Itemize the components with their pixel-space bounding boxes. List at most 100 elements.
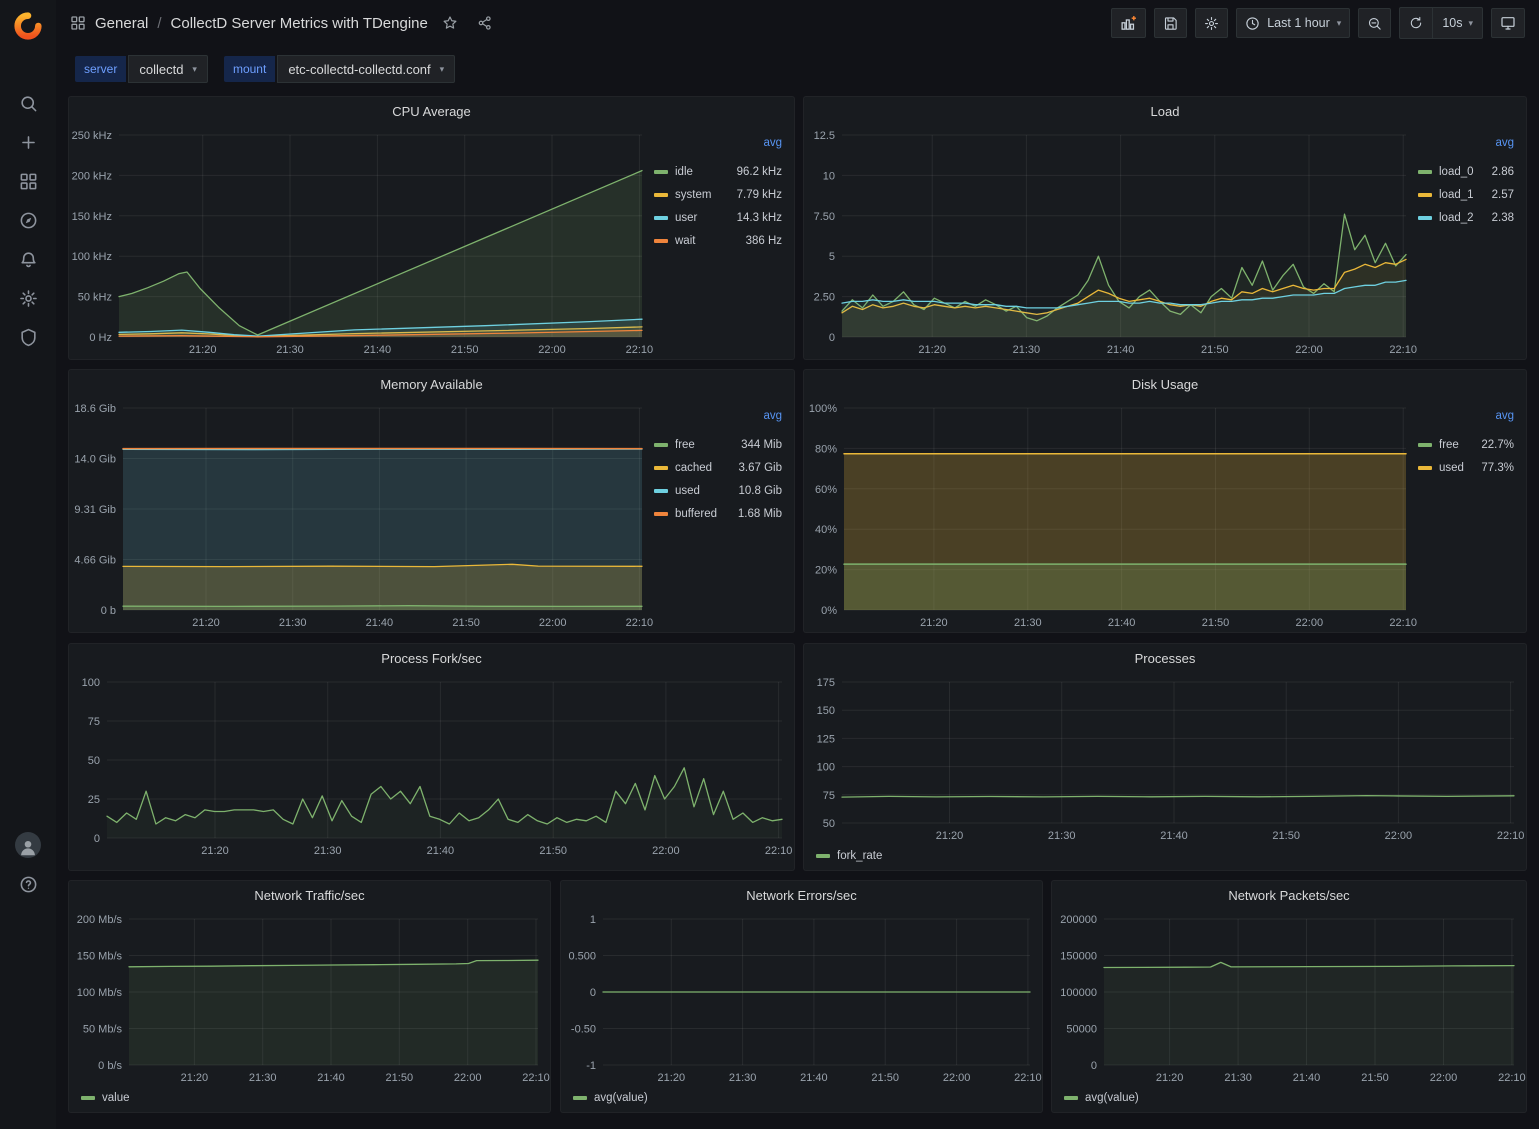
panel-title[interactable]: Memory Available <box>380 377 482 392</box>
share-icon[interactable] <box>472 10 498 36</box>
server-admin-shield-icon[interactable] <box>0 318 56 357</box>
panel-header[interactable]: Processes <box>804 644 1526 672</box>
refresh-button[interactable] <box>1400 8 1432 38</box>
variable-mount: mount etc-collectd-collectd.conf▾ <box>224 55 455 83</box>
svg-text:22:00: 22:00 <box>1296 617 1324 629</box>
legend-item[interactable]: value <box>69 1087 550 1112</box>
legend-item[interactable]: system7.79 kHz <box>654 183 782 206</box>
legend-item[interactable]: load_12.57 <box>1418 183 1514 206</box>
panel-title[interactable]: Processes <box>1135 651 1196 666</box>
variable-server-label: server <box>75 56 126 82</box>
svg-text:21:30: 21:30 <box>1014 617 1042 629</box>
variable-mount-value[interactable]: etc-collectd-collectd.conf▾ <box>277 55 455 83</box>
panel-title[interactable]: Disk Usage <box>1132 377 1198 392</box>
svg-text:100: 100 <box>82 677 100 689</box>
svg-text:7.50: 7.50 <box>814 211 835 223</box>
svg-text:12.5: 12.5 <box>814 130 835 142</box>
svg-text:22:00: 22:00 <box>539 617 567 629</box>
dashboard-icon <box>70 15 86 31</box>
svg-text:40%: 40% <box>815 524 837 536</box>
legend-item[interactable]: avg(value) <box>1052 1087 1526 1112</box>
panel-header[interactable]: CPU Average <box>69 97 794 125</box>
legend-item[interactable]: free344 Mib <box>654 433 782 456</box>
svg-text:21:20: 21:20 <box>918 344 946 356</box>
svg-text:21:30: 21:30 <box>276 344 304 356</box>
svg-text:175: 175 <box>817 677 835 689</box>
legend-item[interactable]: used77.3% <box>1418 456 1514 479</box>
series-name: value <box>102 1092 130 1104</box>
svg-text:0 b: 0 b <box>101 605 116 617</box>
variable-server-value[interactable]: collectd▾ <box>128 55 208 83</box>
panel-header[interactable]: Network Packets/sec <box>1052 881 1526 909</box>
cpu-legend: avg idle96.2 kHz system7.79 kHz user14.3… <box>654 125 794 359</box>
panel-header[interactable]: Memory Available <box>69 370 794 398</box>
search-icon[interactable] <box>0 84 56 123</box>
panel-header[interactable]: Network Traffic/sec <box>69 881 550 909</box>
series-name: cached <box>675 462 712 474</box>
series-avg: 2.38 <box>1492 212 1514 224</box>
dashboards-icon[interactable] <box>0 162 56 201</box>
panel-title[interactable]: Network Packets/sec <box>1228 888 1349 903</box>
panel-header[interactable]: Load <box>804 97 1526 125</box>
svg-text:22:00: 22:00 <box>538 344 566 356</box>
series-name: used <box>675 485 700 497</box>
legend-item[interactable]: load_22.38 <box>1418 206 1514 229</box>
svg-text:60%: 60% <box>815 484 837 496</box>
svg-text:21:30: 21:30 <box>314 845 342 857</box>
series-dash <box>654 239 668 243</box>
legend-item[interactable]: fork_rate <box>804 845 1526 870</box>
svg-text:21:40: 21:40 <box>364 344 392 356</box>
create-plus-icon[interactable] <box>0 123 56 162</box>
legend-item[interactable]: idle96.2 kHz <box>654 160 782 183</box>
time-range-picker[interactable]: Last 1 hour ▾ <box>1236 8 1350 38</box>
legend-item[interactable]: avg(value) <box>561 1087 1042 1112</box>
legend-avg-header[interactable]: avg <box>1418 410 1514 433</box>
legend-item[interactable]: user14.3 kHz <box>654 206 782 229</box>
legend-item[interactable]: buffered1.68 Mib <box>654 502 782 525</box>
refresh-interval-dropdown[interactable]: 10s ▾ <box>1432 8 1482 38</box>
legend-item[interactable]: load_02.86 <box>1418 160 1514 183</box>
cycle-view-mode-button[interactable] <box>1491 8 1525 38</box>
series-name: wait <box>675 235 695 247</box>
panel-title[interactable]: Load <box>1151 104 1180 119</box>
breadcrumb-section[interactable]: General <box>95 15 148 32</box>
svg-text:21:20: 21:20 <box>658 1072 686 1084</box>
clock-icon <box>1245 16 1260 31</box>
save-dashboard-button[interactable] <box>1154 8 1187 38</box>
dashboard-title[interactable]: CollectD Server Metrics with TDengine <box>171 15 428 32</box>
star-icon[interactable] <box>437 10 463 36</box>
panel-title[interactable]: Network Errors/sec <box>746 888 857 903</box>
legend-avg-header[interactable]: avg <box>654 137 782 160</box>
panel-network-traffic: Network Traffic/sec 0 b/s50 Mb/s100 Mb/s… <box>68 880 551 1113</box>
series-avg: 14.3 kHz <box>737 212 782 224</box>
svg-text:18.6 Gib: 18.6 Gib <box>74 403 116 415</box>
series-avg: 1.68 Mib <box>738 508 782 520</box>
zoom-out-icon <box>1367 16 1382 31</box>
series-dash <box>654 193 668 197</box>
zoom-out-time-button[interactable] <box>1358 8 1391 38</box>
legend-avg-header[interactable]: avg <box>654 410 782 433</box>
panel-header[interactable]: Disk Usage <box>804 370 1526 398</box>
dashboard-settings-button[interactable] <box>1195 8 1228 38</box>
panel-header[interactable]: Process Fork/sec <box>69 644 794 672</box>
panel-header[interactable]: Network Errors/sec <box>561 881 1042 909</box>
user-avatar[interactable] <box>15 832 41 858</box>
panel-title[interactable]: Process Fork/sec <box>381 651 481 666</box>
legend-item[interactable]: free22.7% <box>1418 433 1514 456</box>
legend-item[interactable]: cached3.67 Gib <box>654 456 782 479</box>
alerting-bell-icon[interactable] <box>0 240 56 279</box>
grafana-logo[interactable] <box>0 0 56 52</box>
network-traffic-chart: 0 b/s50 Mb/s100 Mb/s150 Mb/s200 Mb/s21:2… <box>69 909 550 1087</box>
explore-compass-icon[interactable] <box>0 201 56 240</box>
save-icon <box>1163 16 1178 31</box>
legend-item[interactable]: used10.8 Gib <box>654 479 782 502</box>
legend-avg-header[interactable]: avg <box>1418 137 1514 160</box>
add-panel-button[interactable] <box>1111 8 1146 38</box>
panel-title[interactable]: Network Traffic/sec <box>254 888 364 903</box>
svg-text:21:50: 21:50 <box>871 1072 899 1084</box>
help-icon[interactable] <box>0 871 56 897</box>
chevron-down-icon: ▾ <box>1337 19 1342 28</box>
legend-item[interactable]: wait386 Hz <box>654 229 782 252</box>
configuration-gear-icon[interactable] <box>0 279 56 318</box>
panel-title[interactable]: CPU Average <box>392 104 471 119</box>
